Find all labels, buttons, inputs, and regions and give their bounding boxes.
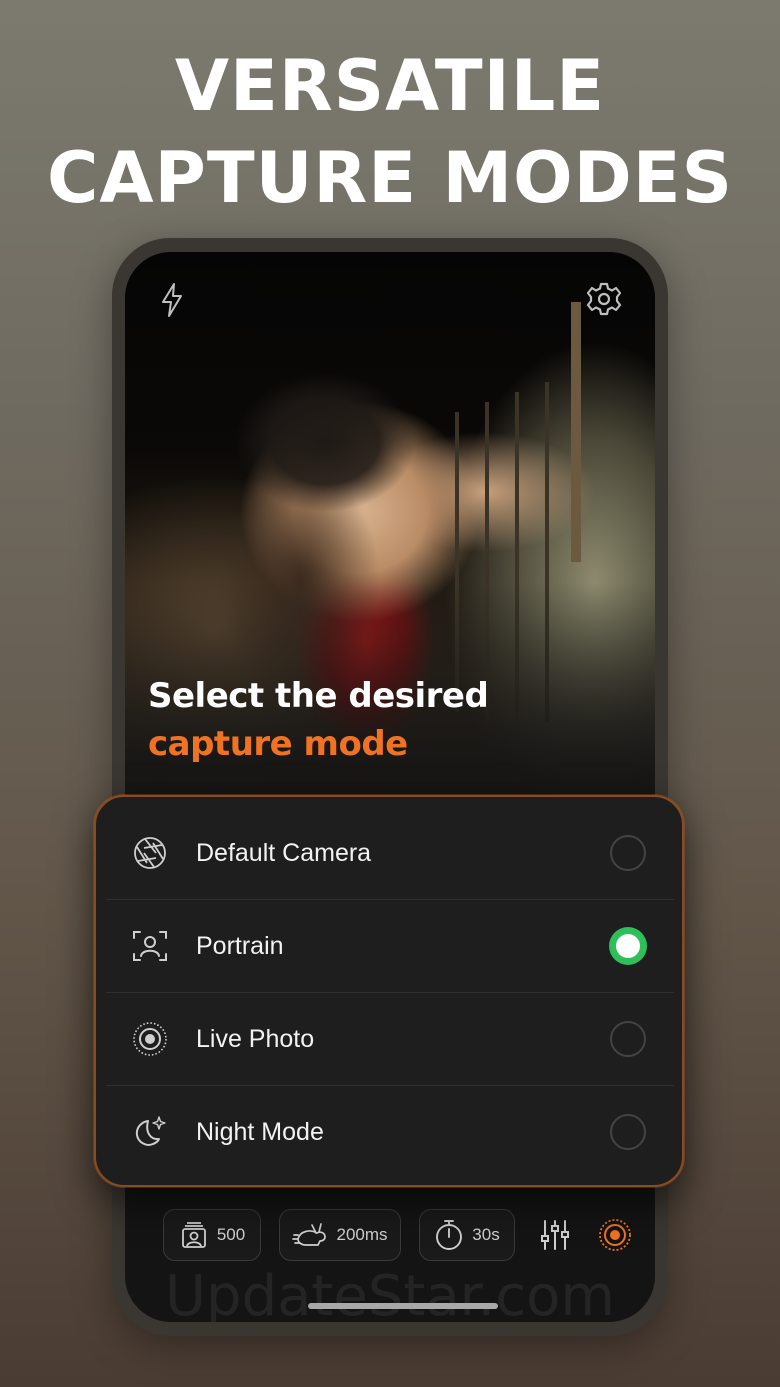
mode-radio-portrait-selected[interactable]	[610, 928, 646, 964]
mode-option-night-mode[interactable]: Night Mode	[106, 1086, 674, 1178]
mode-label: Default Camera	[196, 838, 372, 867]
gear-icon[interactable]	[585, 280, 623, 318]
headline-line-1: VERSATILE	[174, 45, 606, 127]
prompt-line-1: Select the desired	[148, 676, 489, 716]
timer-value: 30s	[472, 1225, 500, 1244]
mode-label: Portrain	[196, 931, 284, 960]
rabbit-speed-icon	[292, 1223, 327, 1246]
headline-line-2: CAPTURE MODES	[46, 137, 734, 219]
photo-count-value: 500	[216, 1225, 246, 1244]
live-photo-icon	[130, 1019, 170, 1059]
aperture-icon	[130, 833, 170, 873]
capture-mode-prompt: Select the desired capture mode	[148, 672, 628, 768]
mode-radio-default-camera[interactable]	[610, 835, 646, 871]
timer-chip[interactable]: 30s	[419, 1209, 515, 1261]
timer-icon	[436, 1220, 463, 1250]
mode-label: Live Photo	[196, 1024, 315, 1053]
mode-radio-night-mode[interactable]	[610, 1114, 646, 1150]
moon-stars-icon	[130, 1112, 170, 1152]
mode-option-portrait[interactable]: Portrain	[106, 900, 674, 992]
sliders-icon[interactable]	[537, 1217, 573, 1253]
portrait-frame-icon	[130, 926, 170, 966]
mode-option-live-photo[interactable]: Live Photo	[106, 993, 674, 1085]
flash-icon[interactable]	[159, 280, 185, 320]
camera-toolbar: 500 200ms 30s	[163, 1207, 633, 1263]
home-indicator	[308, 1303, 498, 1309]
photo-count-chip[interactable]: 500	[163, 1209, 261, 1261]
headline: VERSATILE CAPTURE MODES	[0, 40, 780, 224]
watermark: UpdateStar.com	[165, 1264, 615, 1322]
interval-chip[interactable]: 200ms	[279, 1209, 401, 1261]
prompt-line-2: capture mode	[148, 724, 408, 764]
photo-stack-icon	[181, 1222, 206, 1248]
record-icon[interactable]	[597, 1217, 633, 1253]
mode-label: Night Mode	[196, 1117, 324, 1146]
interval-value: 200ms	[336, 1225, 388, 1244]
mode-option-default-camera[interactable]: Default Camera	[106, 807, 674, 899]
mode-radio-live-photo[interactable]	[610, 1021, 646, 1057]
capture-mode-sheet: Default Camera Portrain Live Photo Night…	[94, 795, 684, 1187]
